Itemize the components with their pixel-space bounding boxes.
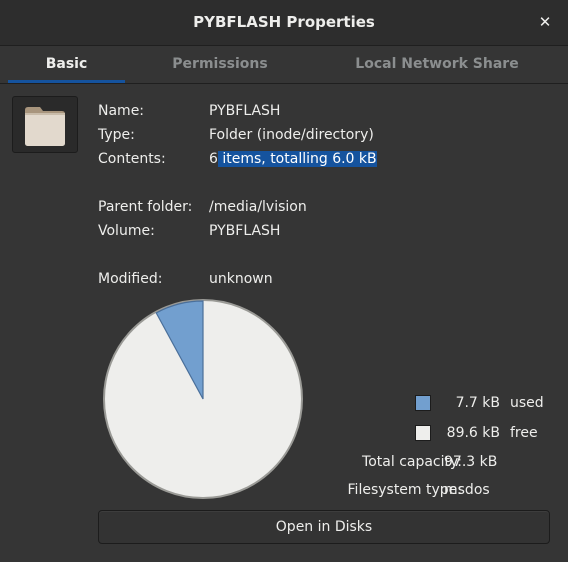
type-label: Type: [98, 127, 135, 143]
volume-label: Volume: [98, 223, 155, 239]
free-label: free [510, 425, 538, 441]
volume-value[interactable]: PYBFLASH [209, 223, 280, 239]
window-title: PYBFLASH Properties [193, 13, 375, 31]
contents-label: Contents: [98, 151, 166, 167]
used-label: used [510, 395, 544, 411]
name-label: Name: [98, 103, 145, 119]
folder-icon-frame[interactable] [12, 96, 78, 153]
tab-local-network-share[interactable]: Local Network Share [320, 46, 554, 83]
title-bar[interactable]: PYBFLASH Properties ✕ [0, 0, 568, 46]
properties-window: PYBFLASH Properties ✕ Basic Permissions … [0, 0, 568, 562]
tab-permissions[interactable]: Permissions [140, 46, 300, 83]
total-capacity-value[interactable]: 97.3 kB [444, 454, 497, 470]
parent-folder-value[interactable]: /media/lvision [209, 199, 307, 215]
free-swatch [415, 425, 431, 441]
contents-value-unselected: 6 [209, 151, 218, 167]
open-in-disks-button[interactable]: Open in Disks [98, 510, 550, 544]
folder-icon [25, 106, 65, 146]
close-button[interactable]: ✕ [534, 11, 556, 33]
type-value[interactable]: Folder (inode/directory) [209, 127, 374, 143]
modified-label: Modified: [98, 271, 163, 287]
contents-value-selection: items, totalling 6.0 kB [217, 151, 377, 167]
close-icon: ✕ [538, 13, 552, 31]
filesystem-type-value[interactable]: msdos [444, 482, 490, 498]
used-swatch [415, 395, 431, 411]
contents-value[interactable]: 6 items, totalling 6.0 kB [209, 151, 377, 167]
used-size: 7.7 kB [455, 395, 500, 411]
free-size: 89.6 kB [446, 425, 500, 441]
tab-bar: Basic Permissions Local Network Share [0, 46, 568, 84]
parent-folder-label: Parent folder: [98, 199, 193, 215]
modified-value[interactable]: unknown [209, 271, 273, 287]
name-value[interactable]: PYBFLASH [209, 103, 280, 119]
usage-pie-chart [103, 299, 303, 499]
tab-basic[interactable]: Basic [8, 46, 125, 83]
